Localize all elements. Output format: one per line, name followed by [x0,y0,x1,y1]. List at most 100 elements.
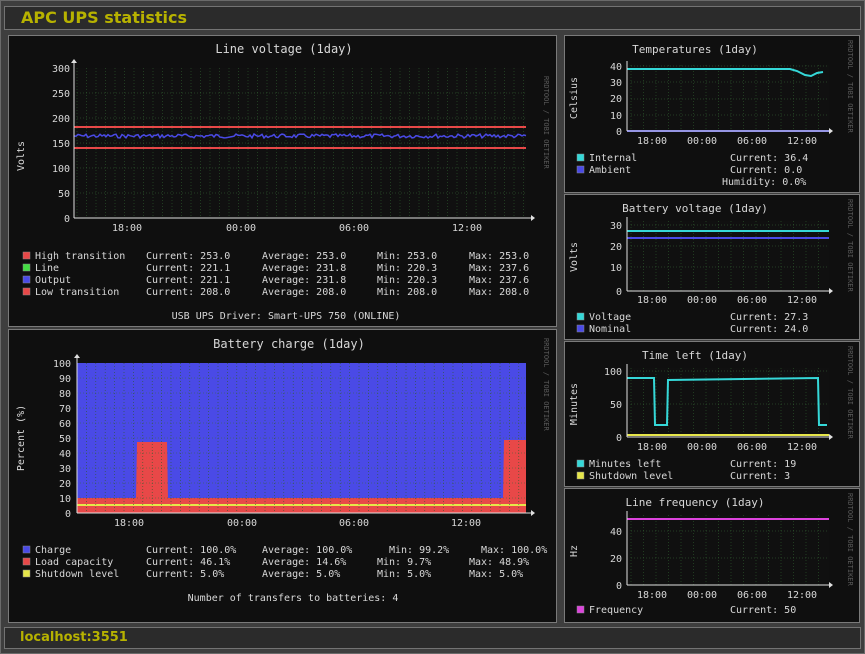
x-tick: 18:00 [637,442,667,453]
x-tick: 18:00 [112,223,142,234]
line-frequency-svg: Line frequency (1day) Hz RRDTOOL / TOBI … [569,493,854,616]
legend-swatch [22,251,31,260]
legend-swatch [22,557,31,566]
y-tick: 100 [604,367,622,378]
legend-name: Internal [589,153,637,164]
y-tick: 0 [64,214,70,225]
x-tick-labels: 18:00 00:00 06:00 12:00 [112,223,482,234]
y-tick: 70 [59,404,71,415]
x-tick-labels: 18:00 00:00 06:00 12:00 [637,442,817,453]
y-tick-labels: 300 250 200 150 100 50 0 [52,64,70,225]
legend-name: Charge [35,545,71,556]
legend-max: Max: 253.0 [469,251,529,262]
legend-current: Current: 221.1 [146,275,230,286]
x-tick: 12:00 [451,518,481,529]
legend-swatch [576,165,585,174]
y-tick: 100 [53,359,71,370]
legend: Charge Current: 100.0% Average: 100.0% M… [22,545,547,580]
legend-swatch [22,275,31,284]
graph-line-voltage[interactable]: Line voltage (1day) Volts RRDTOOL / TOBI… [8,35,557,327]
legend-current: Current: 50 [730,605,796,616]
legend-average: Average: 5.0% [262,569,340,580]
x-tick: 06:00 [339,223,369,234]
x-tick: 00:00 [687,295,717,306]
watermark: RRDTOOL / TOBI OETIKER [846,40,854,134]
legend-name: Shutdown level [35,569,119,580]
x-tick-labels: 18:00 00:00 06:00 12:00 [637,136,817,147]
app-window: APC UPS statistics Line voltage (1day) V… [0,0,865,654]
y-axis-label: Volts [16,141,27,171]
x-tick: 12:00 [787,590,817,601]
x-tick: 18:00 [637,136,667,147]
legend-average: Average: 14.6% [262,557,346,568]
y-tick: 50 [59,434,71,445]
graph-title: Time left (1day) [642,349,748,362]
y-tick: 10 [610,263,622,274]
y-tick: 40 [610,527,622,538]
legend-name: Minutes left [589,459,661,470]
legend-name: Nominal [589,324,631,335]
legend-average: Average: 231.8 [262,275,346,286]
plot-area [627,515,829,585]
y-tick: 80 [59,389,71,400]
legend-max: Max: 48.9% [469,557,529,568]
y-tick-labels: 40 20 0 [610,527,622,592]
legend-swatch [22,263,31,272]
y-axis-label: Hz [569,545,580,557]
watermark: RRDTOOL / TOBI OETIKER [846,493,854,587]
graph-battery-voltage[interactable]: Battery voltage (1day) Volts RRDTOOL / T… [564,194,860,340]
plot-area [627,65,829,131]
host-label: localhost:3551 [20,630,128,645]
x-tick-labels: 18:00 00:00 06:00 12:00 [637,295,817,306]
status-bar: localhost:3551 [4,627,861,649]
legend-name: High transition [35,251,125,262]
graph-time-left[interactable]: Time left (1day) Minutes RRDTOOL / TOBI … [564,341,860,487]
legend-average: Average: 208.0 [262,287,346,298]
graph-battery-charge[interactable]: Battery charge (1day) Percent (%) RRDTOO… [8,329,557,623]
time-left-svg: Time left (1day) Minutes RRDTOOL / TOBI … [569,346,854,482]
x-axis-arrow [829,288,833,294]
legend-swatch [576,312,585,321]
y-tick: 50 [610,400,622,411]
legend-max: Max: 237.6 [469,275,529,286]
legend: Frequency Current: 50 [576,605,796,616]
legend-current: Current: 36.4 [730,153,808,164]
legend-average: Average: 100.0% [262,545,352,556]
y-axis-label: Celsius [569,77,580,119]
line-voltage-svg: Line voltage (1day) Volts RRDTOOL / TOBI… [16,42,550,322]
legend-current: Current: 221.1 [146,263,230,274]
graph-line-frequency[interactable]: Line frequency (1day) Hz RRDTOOL / TOBI … [564,488,860,623]
y-tick: 20 [610,94,622,105]
x-tick: 06:00 [737,590,767,601]
graph-title: Temperatures (1day) [632,43,758,56]
y-tick: 60 [59,419,71,430]
x-tick: 12:00 [787,136,817,147]
y-tick: 200 [52,114,70,125]
y-tick: 30 [610,221,622,232]
y-tick: 250 [52,89,70,100]
x-axis-arrow [829,582,833,588]
y-tick-labels: 40 30 20 10 0 [610,62,622,138]
y-axis-label: Percent (%) [16,405,27,471]
legend: High transition Current: 253.0 Average: … [22,251,529,298]
legend-min: Min: 5.0% [377,569,431,580]
legend-swatch [576,153,585,162]
legend: Internal Current: 36.4 Ambient Current: … [576,153,808,188]
legend-name: Load capacity [35,557,113,568]
y-tick-labels: 100 50 0 [604,367,622,444]
x-tick: 12:00 [787,295,817,306]
legend-current: Current: 253.0 [146,251,230,262]
graph-temperatures[interactable]: Temperatures (1day) Celsius RRDTOOL / TO… [564,35,860,193]
legend-min: Min: 220.3 [377,263,437,274]
y-tick: 0 [616,127,622,138]
y-axis-label: Volts [569,242,580,272]
x-axis-arrow [531,510,535,516]
x-axis-arrow [531,215,535,221]
y-axis-label: Minutes [569,383,580,425]
graph-title: Line voltage (1day) [215,42,352,56]
legend-current: Current: 19 [730,459,796,470]
x-tick: 06:00 [737,136,767,147]
legend-name: Output [35,275,71,286]
graph-title: Battery charge (1day) [213,337,365,351]
x-tick: 18:00 [114,518,144,529]
